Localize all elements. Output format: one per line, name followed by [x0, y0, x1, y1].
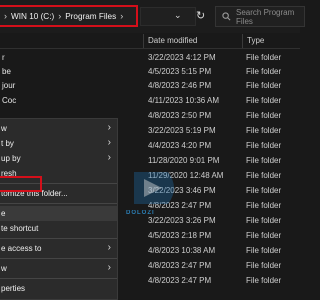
- file-name: r: [2, 53, 5, 62]
- chevron-right-icon: ›: [120, 11, 124, 21]
- menu-item-label: w: [1, 264, 7, 273]
- chevron-right-icon: ›: [107, 242, 111, 253]
- chevron-right-icon: ›: [107, 262, 111, 273]
- file-date: 4/8/2023 10:38 AM: [148, 246, 216, 255]
- table-row[interactable]: Coc 4/11/2023 10:36 AM File folder: [0, 94, 300, 107]
- chevron-right-icon: ›: [4, 11, 7, 21]
- menu-item-sort-by[interactable]: t by ›: [0, 136, 117, 151]
- file-date: 11/28/2020 9:01 PM: [148, 156, 220, 165]
- file-type: File folder: [246, 246, 282, 255]
- search-icon: [222, 12, 231, 21]
- file-type: File folder: [246, 186, 282, 195]
- file-date: 4/8/2023 2:47 PM: [148, 261, 212, 270]
- file-name: Coc: [2, 96, 17, 105]
- chevron-right-icon: ›: [107, 152, 111, 163]
- file-type: File folder: [246, 231, 282, 240]
- file-date: 4/8/2023 2:46 PM: [148, 81, 212, 90]
- address-field[interactable]: [140, 7, 196, 26]
- search-input[interactable]: Search Program Files: [215, 6, 305, 27]
- file-type: File folder: [246, 156, 282, 165]
- column-type[interactable]: Type: [247, 36, 264, 45]
- menu-separator: [0, 258, 117, 259]
- menu-separator: [0, 203, 117, 204]
- chevron-right-icon: ›: [58, 11, 62, 21]
- file-name: jour: [2, 81, 16, 90]
- breadcrumb-drive[interactable]: WIN 10 (C:): [11, 12, 54, 21]
- file-date: 4/8/2023 2:47 PM: [148, 276, 212, 285]
- column-date-modified[interactable]: Date modified: [148, 36, 197, 45]
- file-date: 4/5/2023 5:15 PM: [148, 67, 212, 76]
- file-type: File folder: [246, 96, 282, 105]
- table-row[interactable]: r 3/22/2023 4:12 PM File folder: [0, 51, 300, 64]
- file-type: File folder: [246, 171, 282, 180]
- menu-item-group-by[interactable]: up by ›: [0, 151, 117, 166]
- breadcrumb[interactable]: › WIN 10 (C:) › Program Files ›: [0, 5, 138, 27]
- context-menu: w › t by › up by › resh tomize this fold…: [0, 118, 118, 300]
- breadcrumb-program-files[interactable]: Program Files: [65, 12, 116, 21]
- menu-item-label: e access to: [1, 244, 42, 253]
- file-type: File folder: [246, 67, 282, 76]
- file-name: be: [2, 67, 11, 76]
- search-placeholder: Search Program Files: [236, 7, 295, 26]
- watermark-text: DOLOZI: [126, 210, 155, 216]
- column-divider[interactable]: [143, 34, 144, 48]
- menu-item-label: t by: [1, 139, 14, 148]
- chevron-right-icon: ›: [107, 122, 111, 133]
- menu-item-give-access-to[interactable]: e access to ›: [0, 241, 117, 256]
- file-type: File folder: [246, 111, 282, 120]
- menu-item-paste-shortcut[interactable]: te shortcut: [0, 221, 117, 236]
- file-type: File folder: [246, 261, 282, 270]
- menu-item-label: up by: [1, 154, 21, 163]
- menu-item-label: te shortcut: [1, 224, 39, 233]
- table-row[interactable]: be 4/5/2023 5:15 PM File folder: [0, 65, 300, 78]
- file-date: 4/5/2023 2:18 PM: [148, 231, 212, 240]
- file-date: 3/22/2023 3:26 PM: [148, 216, 216, 225]
- column-divider[interactable]: [242, 34, 243, 48]
- menu-item-properties[interactable]: perties: [0, 281, 117, 296]
- menu-separator: [0, 238, 117, 239]
- file-type: File folder: [246, 53, 282, 62]
- file-type: File folder: [246, 276, 282, 285]
- file-date: 4/4/2023 4:20 PM: [148, 141, 212, 150]
- menu-item-label: e: [1, 209, 6, 218]
- refresh-icon[interactable]: ↻: [196, 9, 205, 22]
- menu-item-view[interactable]: w ›: [0, 121, 117, 136]
- chevron-down-icon[interactable]: ⌄: [174, 10, 182, 21]
- file-type: File folder: [246, 141, 282, 150]
- table-row[interactable]: jour 4/8/2023 2:46 PM File folder: [0, 79, 300, 92]
- file-type: File folder: [246, 216, 282, 225]
- watermark-logo: [134, 172, 174, 204]
- menu-separator: [0, 278, 117, 279]
- file-date: 4/8/2023 2:50 PM: [148, 111, 212, 120]
- menu-item-label: perties: [1, 284, 26, 293]
- file-type: File folder: [246, 81, 282, 90]
- menu-item-paste[interactable]: e: [0, 206, 117, 221]
- chevron-right-icon: ›: [107, 137, 111, 148]
- file-date: 3/22/2023 5:19 PM: [148, 126, 216, 135]
- highlight-annotation: [0, 176, 42, 192]
- menu-item-new[interactable]: w ›: [0, 261, 117, 276]
- file-date: 3/22/2023 4:12 PM: [148, 53, 216, 62]
- menu-item-label: w: [1, 124, 7, 133]
- file-date: 4/11/2023 10:36 AM: [148, 96, 220, 105]
- file-type: File folder: [246, 126, 282, 135]
- file-type: File folder: [246, 201, 282, 210]
